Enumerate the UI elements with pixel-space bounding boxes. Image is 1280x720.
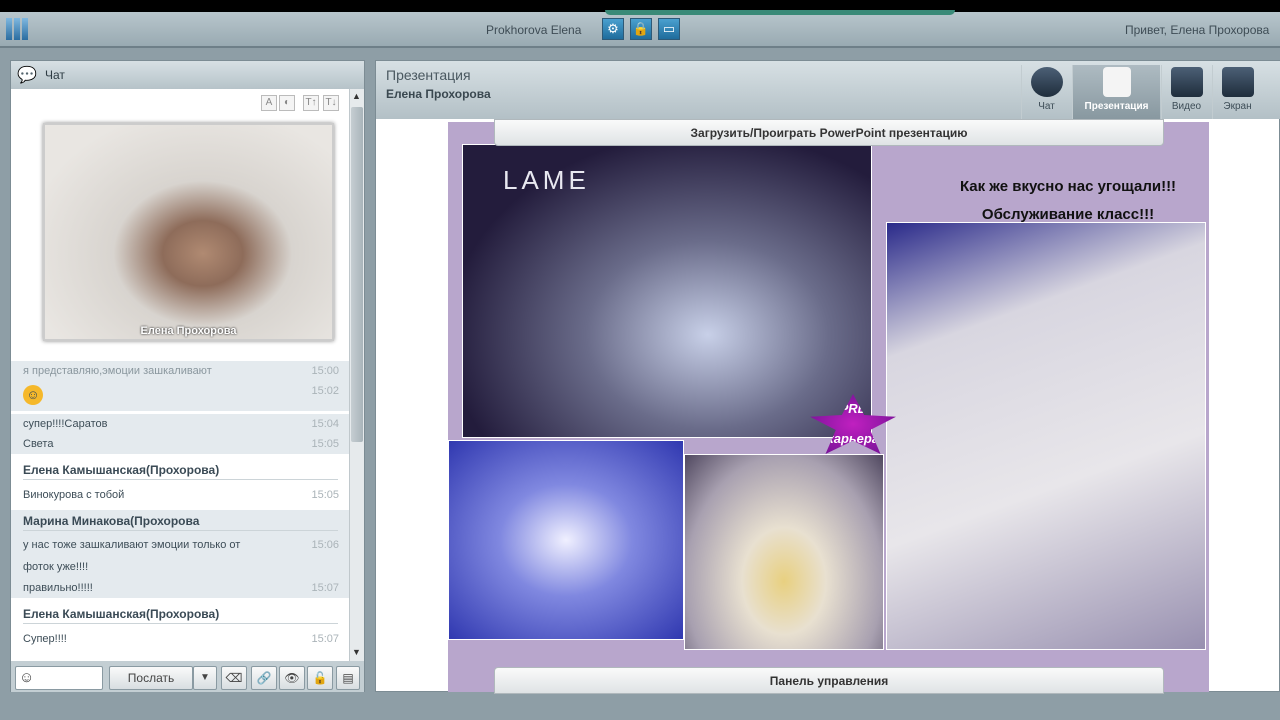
send-options-dropdown[interactable]: ▼	[193, 666, 217, 690]
mode-label: Видео	[1171, 101, 1202, 112]
chat-messages: A ◐ T↑ T↓ Елена Прохорова я представляю,…	[11, 89, 349, 661]
chat-message: у нас тоже зашкаливают эмоции только от 1…	[11, 535, 349, 557]
scroll-up-icon[interactable]: ▲	[352, 91, 361, 101]
speech-bubble-icon[interactable]: 💬	[17, 65, 37, 85]
chat-message: правильно!!!!! 15:07	[11, 578, 349, 598]
message-text: Света	[23, 438, 54, 450]
message-sender: Марина Минакова(Прохорова	[11, 510, 349, 535]
message-text: фоток уже!!!!	[23, 561, 89, 573]
chat-message: ☺ 15:02	[11, 381, 349, 411]
message-sender: Елена Камышанская(Прохорова)	[11, 459, 349, 484]
smile-emoji-icon: ☺	[23, 385, 43, 405]
username: Prokhorova Elena	[486, 23, 582, 37]
message-text: правильно!!!!!	[23, 582, 93, 594]
panel-title: Презентация	[386, 67, 471, 83]
font-increase-button[interactable]: T↑	[303, 95, 319, 111]
send-button[interactable]: Послать	[109, 666, 193, 690]
webcam-video[interactable]: Елена Прохорова	[43, 123, 334, 341]
control-panel-button[interactable]: Панель управления	[494, 667, 1164, 694]
eraser-icon[interactable]: ⌫	[221, 666, 247, 690]
chat-message: Винокурова с тобой 15:05	[11, 485, 349, 509]
message-time: 15:05	[311, 438, 339, 450]
message-text: у нас тоже зашкаливают эмоции только от	[23, 539, 241, 551]
venue-logo: LAME	[503, 165, 590, 195]
mode-video-button[interactable]: Видео	[1161, 65, 1211, 119]
mode-label: Презентация	[1084, 101, 1149, 112]
emoticon-icon[interactable]: ☺	[16, 669, 34, 686]
sender-name: Елена Камышанская(Прохорова)	[23, 607, 338, 624]
message-time: 15:06	[311, 539, 339, 551]
app-logo	[6, 18, 28, 40]
slide-photo-banquet: LAME	[462, 144, 872, 438]
gear-icon[interactable]: ⚙	[602, 18, 624, 40]
top-accent	[605, 10, 955, 15]
message-text: я представляю,эмоции зашкаливают	[23, 365, 212, 377]
message-time: 15:07	[311, 633, 339, 645]
monitor-icon	[1221, 67, 1254, 97]
chat-message: фоток уже!!!!	[11, 557, 349, 579]
scroll-thumb[interactable]	[351, 107, 363, 442]
presentation-panel: Презентация Елена Прохорова Чат Презента…	[375, 60, 1280, 694]
message-time: 15:02	[311, 385, 339, 397]
mode-label: Чат	[1038, 101, 1055, 112]
message-text: супер!!!!Саратов	[23, 418, 108, 430]
projector-screen-icon	[1102, 67, 1131, 97]
chat-input[interactable]: ☺	[15, 666, 103, 690]
slide-photo-dish	[684, 454, 884, 650]
upload-presentation-button[interactable]: Загрузить/Проиграть PowerPoint презентац…	[494, 119, 1164, 146]
eye-icon[interactable]: 👁	[279, 666, 305, 690]
message-time: 15:05	[311, 489, 339, 501]
slide-heading-1: Как же вкусно нас угощали!!!	[959, 178, 1177, 195]
chat-message: Света 15:05	[11, 434, 349, 454]
scroll-down-icon[interactable]: ▼	[352, 647, 361, 657]
slide-heading-2: Обслуживание класс!!!	[981, 206, 1155, 223]
chat-header: 💬 Чат	[11, 61, 364, 89]
message-time: 15:07	[311, 582, 339, 594]
chat-scrollbar[interactable]: ▲ ▼	[349, 89, 364, 661]
chat-input-bar: ☺ Послать ▼ ⌫ 🔗 👁 🔓 ▤	[11, 661, 364, 692]
mode-screen-button[interactable]: Экран	[1212, 65, 1262, 119]
lock-icon[interactable]: 🔒	[630, 18, 652, 40]
video-camera-icon	[1170, 67, 1203, 97]
slide-photo-dessert	[448, 440, 684, 640]
chat-message: супер!!!!Саратов 15:04	[11, 414, 349, 434]
greeting: Привет, Елена Прохорова	[1125, 23, 1270, 37]
chat-message: я представляю,эмоции зашкаливают 15:00	[11, 361, 349, 381]
slide-photo-menu	[886, 222, 1206, 650]
chat-title: Чат	[45, 68, 65, 82]
sender-name: Марина Минакова(Прохорова	[23, 514, 338, 531]
mode-label: Экран	[1223, 101, 1252, 112]
mode-chat-button[interactable]: Чат	[1021, 65, 1071, 119]
font-style-button[interactable]: ◐	[279, 95, 295, 111]
message-text: Супер!!!!	[23, 633, 67, 645]
font-color-button[interactable]: A	[261, 95, 277, 111]
speech-bubble-icon	[1030, 67, 1063, 97]
presenter-name: Елена Прохорова	[386, 87, 491, 101]
presentation-slide: LAME Как же вкусно нас угощали!!! Обслуж…	[448, 122, 1209, 692]
presentation-header: Презентация Елена Прохорова Чат Презента…	[376, 61, 1280, 119]
mode-presentation-button[interactable]: Презентация	[1072, 65, 1160, 119]
message-time: 15:00	[311, 365, 339, 377]
save-icon[interactable]: ▤	[336, 666, 360, 690]
window-icon[interactable]: ▭	[658, 18, 680, 40]
message-text: Винокурова с тобой	[23, 489, 125, 501]
message-time: 15:04	[311, 418, 339, 430]
link-icon[interactable]: 🔗	[251, 666, 277, 690]
unlock-icon[interactable]: 🔓	[307, 666, 333, 690]
font-decrease-button[interactable]: T↓	[323, 95, 339, 111]
message-sender: Елена Камышанская(Прохорова)	[11, 603, 349, 628]
video-caption: Елена Прохорова	[140, 325, 237, 337]
chat-panel: 💬 Чат A ◐ T↑ T↓ Елена Прохорова я предст…	[10, 60, 365, 692]
chat-message: Супер!!!! 15:07	[11, 629, 349, 653]
sender-name: Елена Камышанская(Прохорова)	[23, 463, 338, 480]
